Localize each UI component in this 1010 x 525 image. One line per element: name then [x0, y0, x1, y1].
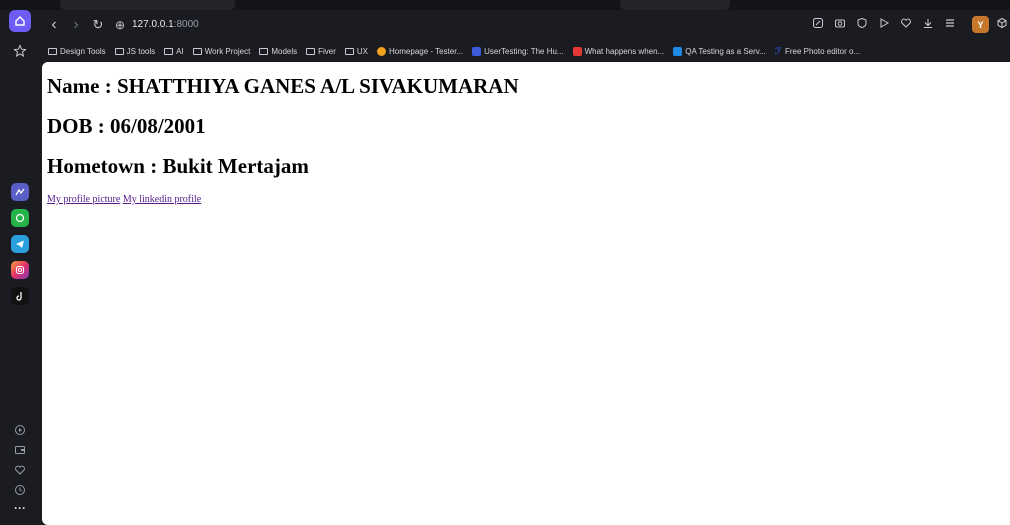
url-port: :8000: [173, 19, 199, 30]
more-icon[interactable]: ···: [9, 497, 31, 519]
bookmark-label: What happens when...: [584, 46, 665, 56]
bookmark-folder-work-project[interactable]: Work Project: [192, 46, 251, 56]
bookmark-folder-fiver[interactable]: Fiver: [306, 47, 336, 56]
back-icon[interactable]: ‹: [46, 17, 62, 33]
tiktok-icon[interactable]: [11, 287, 29, 305]
bookmark-folder-js-tools[interactable]: JS tools: [114, 46, 156, 56]
site-favicon-icon: [377, 46, 387, 56]
linkedin-profile-link[interactable]: My linkedin profile: [123, 194, 201, 205]
browser-toolbar: ‹ › ↻ ⊕ 127.0.0.1:8000 Y: [40, 10, 1010, 40]
folder-icon: [48, 47, 57, 55]
bookmark-usertesting[interactable]: UserTesting: The Hu...: [472, 46, 564, 56]
profile-name: Name : SHATTHIYA GANES A/L SIVAKUMARAN: [47, 74, 519, 98]
profile-dob: DOB : 06/08/2001: [47, 114, 206, 138]
bookmark-homepage-tester[interactable]: Homepage - Tester...: [377, 46, 464, 56]
address-bar[interactable]: 127.0.0.1:8000: [132, 18, 199, 32]
bookmark-label: JS tools: [126, 46, 156, 56]
instagram-icon[interactable]: [11, 261, 29, 279]
folder-icon: [192, 47, 202, 55]
telegram-icon[interactable]: [11, 235, 29, 253]
bookmark-label: UserTesting: The Hu...: [484, 46, 564, 56]
bookmark-folder-design-tools[interactable]: Design Tools: [48, 47, 106, 56]
player-icon[interactable]: [9, 419, 31, 441]
home-icon[interactable]: [9, 10, 31, 32]
tab-strip: [0, 0, 1010, 10]
bookmark-folder-models[interactable]: Models: [259, 47, 297, 56]
site-info-icon[interactable]: ⊕: [112, 17, 128, 33]
bookmark-free-photo-editor[interactable]: ℱ Free Photo editor o...: [775, 46, 860, 57]
heart-icon[interactable]: [9, 459, 31, 481]
bookmark-label: Design Tools: [60, 46, 106, 56]
edit-icon[interactable]: [810, 17, 826, 33]
bookmark-label: Models: [271, 46, 298, 56]
folder-icon: [344, 47, 354, 55]
bookmark-label: Work Project: [204, 46, 251, 56]
tab[interactable]: [620, 0, 730, 10]
extensions-icon[interactable]: [994, 17, 1010, 33]
profile-hometown: Hometown : Bukit Mertajam: [47, 154, 309, 178]
bookmark-folder-ux[interactable]: UX: [344, 46, 369, 56]
bookmark-label: Free Photo editor o...: [784, 46, 861, 56]
site-favicon-icon: [673, 46, 683, 56]
menu-icon[interactable]: [942, 17, 958, 33]
wallet-icon[interactable]: [9, 439, 31, 461]
tab[interactable]: [60, 0, 235, 10]
folder-icon: [114, 47, 124, 55]
play-icon[interactable]: [876, 17, 892, 33]
profile-picture-link[interactable]: My profile picture: [47, 194, 120, 205]
shield-icon[interactable]: [854, 17, 870, 33]
app-icon[interactable]: [11, 183, 29, 201]
whatsapp-icon[interactable]: [11, 209, 29, 227]
bookmark-label: Fiver: [318, 46, 336, 56]
folder-icon: [164, 47, 174, 55]
bookmark-label: Homepage - Tester...: [389, 46, 464, 56]
camera-icon[interactable]: [832, 17, 848, 33]
bookmark-youtube-what-happens[interactable]: What happens when...: [572, 46, 665, 56]
reload-icon[interactable]: ↻: [90, 17, 106, 33]
page-viewport: Name : SHATTHIYA GANES A/L SIVAKUMARAN D…: [42, 62, 1010, 525]
bookmark-label: UX: [356, 46, 369, 56]
bookmark-star-icon[interactable]: [9, 40, 31, 62]
bookmarks-bar: Design Tools JS tools AI Work Project Mo…: [40, 40, 1010, 62]
photo-editor-icon: ℱ: [774, 45, 782, 56]
site-favicon-icon: [472, 46, 482, 56]
folder-icon: [306, 47, 316, 55]
youtube-icon: [572, 46, 582, 56]
url-host: 127.0.0.1: [132, 19, 174, 30]
bookmark-label: QA Testing as a Serv...: [685, 46, 766, 56]
heart-icon[interactable]: [898, 17, 914, 33]
profile-avatar[interactable]: Y: [972, 16, 989, 33]
browser-sidebar: ···: [0, 10, 40, 525]
bookmark-label: AI: [176, 46, 184, 56]
download-icon[interactable]: [920, 17, 936, 33]
bookmark-qa-testing[interactable]: QA Testing as a Serv...: [673, 46, 766, 56]
forward-icon[interactable]: ›: [68, 17, 84, 33]
page-content: Name : SHATTHIYA GANES A/L SIVAKUMARAN D…: [42, 62, 1010, 205]
profile-links: My profile picture My linkedin profile: [47, 194, 1010, 205]
bookmark-folder-ai[interactable]: AI: [164, 47, 184, 56]
folder-icon: [259, 47, 269, 55]
